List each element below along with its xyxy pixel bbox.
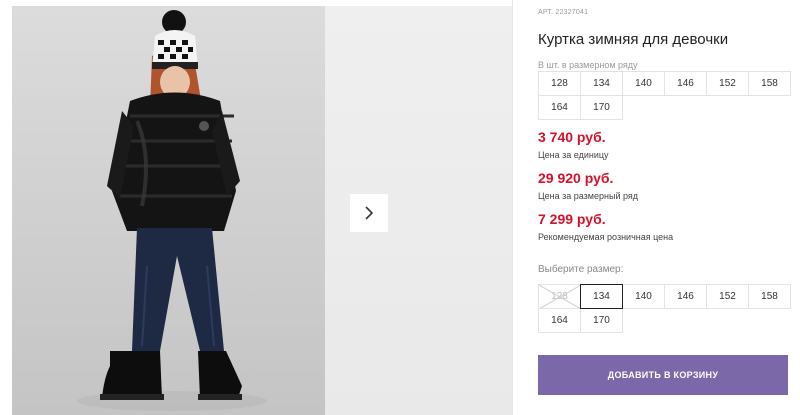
size-row-cell: 146	[664, 71, 707, 96]
add-to-cart-button[interactable]: ДОБАВИТЬ В КОРЗИНУ	[538, 355, 788, 395]
size-row-cell: 128	[538, 71, 581, 96]
size-option-label: 170	[593, 315, 610, 326]
size-row-cell: 164	[538, 95, 581, 120]
size-option-label: 164	[551, 315, 568, 326]
size-option-disabled[interactable]: 128	[538, 284, 581, 309]
size-row-cell: 158	[748, 71, 791, 96]
size-option-label: 152	[719, 291, 736, 302]
size-option-label: 134	[593, 291, 610, 302]
row-price: 29 920 руб.	[538, 170, 614, 186]
girl-in-jacket-image	[77, 10, 267, 411]
retail-price: 7 299 руб.	[538, 211, 606, 227]
product-photo[interactable]	[12, 6, 325, 415]
size-option[interactable]: 158	[748, 284, 791, 309]
size-option-label: 140	[635, 291, 652, 302]
size-row-cell: 140	[622, 71, 665, 96]
size-option[interactable]: 152	[706, 284, 749, 309]
strikethrough-icon	[539, 285, 581, 309]
size-row-hint: В шт. в размерном ряду	[538, 60, 638, 70]
chevron-right-icon	[365, 206, 374, 220]
size-option[interactable]: 170	[580, 308, 623, 333]
size-row-cell: 134	[580, 71, 623, 96]
panel-divider	[512, 0, 513, 415]
size-option-label: 158	[761, 291, 778, 302]
size-option-label: 146	[677, 291, 694, 302]
size-picker-grid: 128 134 140 146 152 158 164 170	[538, 284, 791, 333]
product-info-panel: АРТ. 22327041 Куртка зимняя для девочки …	[538, 0, 800, 415]
article-number: АРТ. 22327041	[538, 9, 589, 16]
size-option-selected[interactable]: 134	[580, 284, 623, 309]
product-title: Куртка зимняя для девочки	[538, 31, 729, 48]
unit-price-label: Цена за единицу	[538, 150, 609, 160]
retail-price-label: Рекомендуемая розничная цена	[538, 232, 674, 242]
size-row-cell: 152	[706, 71, 749, 96]
product-gallery	[0, 0, 512, 415]
size-row-cell: 170	[580, 95, 623, 120]
size-option[interactable]: 164	[538, 308, 581, 333]
row-price-label: Цена за размерный ряд	[538, 191, 639, 201]
size-option[interactable]: 140	[622, 284, 665, 309]
unit-price: 3 740 руб.	[538, 129, 606, 145]
size-option[interactable]: 146	[664, 284, 707, 309]
next-image-button[interactable]	[350, 194, 388, 232]
size-row-grid: 128 134 140 146 152 158 164 170	[538, 71, 791, 120]
choose-size-hint: Выберите размер:	[538, 264, 624, 275]
